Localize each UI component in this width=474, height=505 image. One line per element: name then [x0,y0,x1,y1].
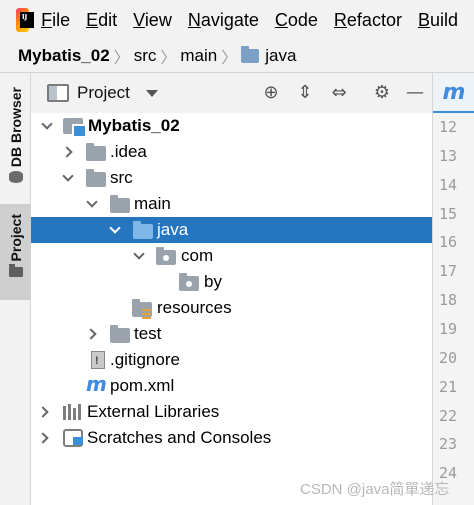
tree-item-label: src [110,168,133,187]
locate-icon[interactable]: ⊕ [261,83,281,103]
menu-file[interactable]: File [41,10,70,31]
tree-item-gitignore[interactable]: .gitignore [31,347,432,373]
chevron-down-icon[interactable] [86,195,98,208]
maven-icon: m [442,79,466,105]
tree-item-label: .idea [110,142,147,161]
tree-item-label: External Libraries [87,402,220,421]
tree-item-label: Scratches and Consoles [87,428,272,447]
menu-code[interactable]: Code [275,10,318,31]
intellij-logo-icon[interactable]: IJ [16,8,35,32]
package-icon [156,247,176,265]
project-tree: Mybatis_02 .idea src main java com by re… [31,113,432,505]
chevron-down-icon[interactable] [41,117,53,130]
editor-tab-pom[interactable]: m [433,73,474,113]
chevron-right-icon[interactable] [37,406,49,418]
line-number: 13 [439,147,458,165]
tree-item-scratches[interactable]: Scratches and Consoles [31,425,432,451]
breadcrumb-main[interactable]: main [180,46,217,66]
chevron-down-icon[interactable] [109,221,121,234]
tree-item-idea[interactable]: .idea [31,139,432,165]
menu-navigate[interactable]: Navigate [188,10,259,31]
line-number: 14 [439,176,458,194]
line-number: 15 [439,205,458,223]
source-folder-icon [133,221,153,239]
tree-item-label: .gitignore [110,350,180,369]
line-number: 18 [439,291,458,309]
breadcrumb-separator-icon: 〉 [160,50,177,67]
folder-icon [110,325,130,343]
folder-icon [86,143,106,161]
line-number: 12 [439,118,458,136]
tree-item-label: resources [157,298,232,317]
chevron-down-icon[interactable] [145,89,158,97]
tree-item-resources[interactable]: resources [31,295,432,321]
line-number: 19 [439,320,458,338]
chevron-down-icon[interactable] [133,247,145,260]
project-view-icon [47,84,69,102]
hide-icon[interactable]: — [405,83,425,103]
menu-view[interactable]: View [133,10,172,31]
tree-item-java[interactable]: java [31,217,432,243]
line-number: 23 [439,435,458,453]
chevron-down-icon[interactable] [62,169,74,182]
expand-all-icon[interactable]: ⇕ [295,83,315,103]
folder-icon [8,264,23,278]
tree-item-main[interactable]: main [31,191,432,217]
chevron-right-icon[interactable] [85,328,97,340]
project-tab-label: Project [7,214,24,262]
menu-bar: IJ File Edit View Navigate Code Refactor… [0,0,474,40]
tree-item-label: test [134,324,162,343]
breadcrumb-separator-icon: 〉 [221,50,238,67]
chevron-right-icon[interactable] [37,432,49,444]
project-panel-header: Project ⊕ ⇕ ⇔ ⚙ — [31,73,432,113]
resources-folder-icon [132,299,152,319]
line-number: 16 [439,233,458,251]
watermark: CSDN @java简單递忘 [300,481,450,498]
gitignore-file-icon [91,351,105,369]
breadcrumb-project[interactable]: Mybatis_02 [18,46,110,66]
line-number: 22 [439,407,458,425]
module-icon [63,118,87,138]
tree-item-src[interactable]: src [31,165,432,191]
maven-icon: m [86,372,107,396]
editor-area: m 12 13 14 15 16 17 18 19 20 21 22 23 24 [432,73,474,505]
tree-item-external-libraries[interactable]: External Libraries [31,399,432,425]
db-browser-label: DB Browser [7,87,24,168]
tree-item-label: Mybatis_02 [88,116,180,135]
breadcrumb: Mybatis_02 〉 src 〉 main 〉 java [0,40,474,73]
tree-item-label: com [181,246,214,265]
folder-icon [241,46,260,63]
libraries-icon [63,404,83,420]
scratches-icon [63,429,83,447]
menu-refactor[interactable]: Refactor [334,10,402,31]
line-number: 20 [439,349,458,367]
menu-build[interactable]: Build [418,10,458,31]
tree-item-label: pom.xml [110,376,175,395]
tree-item-project-root[interactable]: Mybatis_02 [31,113,432,139]
line-number: 21 [439,378,458,396]
db-browser-tab[interactable]: DB Browser [0,87,31,207]
tree-item-pom[interactable]: m pom.xml [31,372,432,399]
tree-item-label: by [204,272,222,291]
breadcrumb-java[interactable]: java [265,46,296,66]
menu-edit[interactable]: Edit [86,10,117,31]
line-number: 17 [439,262,458,280]
tree-item-label: java [157,220,189,239]
chevron-right-icon[interactable] [61,146,73,158]
database-icon [8,171,23,184]
tree-item-label: main [134,194,171,213]
folder-icon [110,195,130,213]
tree-item-com[interactable]: com [31,243,432,269]
tree-item-test[interactable]: test [31,321,432,347]
tree-item-by[interactable]: by [31,269,432,295]
package-icon [179,273,199,291]
tool-window-strip: DB Browser Project [0,73,31,505]
project-tab[interactable]: Project [0,204,31,300]
collapse-all-icon[interactable]: ⇔ [329,83,349,103]
panel-title[interactable]: Project [77,83,130,103]
breadcrumb-src[interactable]: src [134,46,157,66]
breadcrumb-separator-icon: 〉 [113,50,130,67]
settings-icon[interactable]: ⚙ [372,83,392,103]
folder-icon [86,169,106,187]
